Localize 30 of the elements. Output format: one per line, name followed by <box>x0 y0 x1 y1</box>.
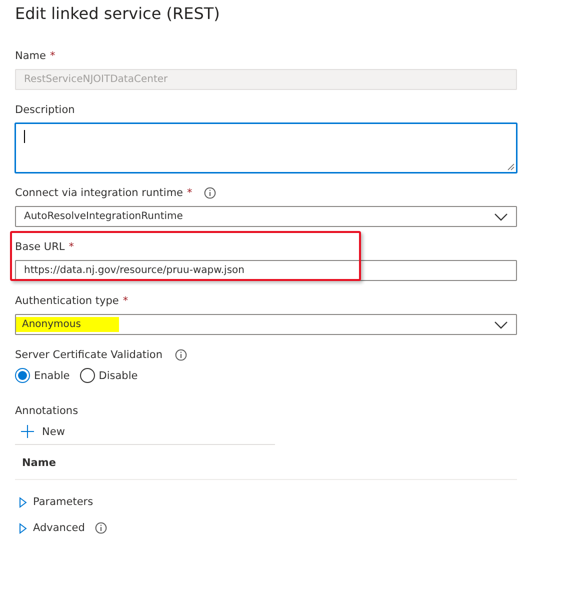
highlighted-value: Anonymous <box>16 317 119 332</box>
resize-grip-icon[interactable] <box>507 163 515 171</box>
radio-option[interactable]: Disable <box>80 368 138 383</box>
text-field[interactable]: https://data.nj.gov/resource/pruu-wapw.json <box>15 260 517 281</box>
field-label: Connect via integration runtime <box>15 187 184 199</box>
field-label: Name <box>15 50 46 62</box>
chevron-down-icon <box>494 320 508 328</box>
dropdown[interactable]: Anonymous <box>15 314 517 335</box>
info-icon[interactable] <box>204 187 216 199</box>
required-marker: * <box>122 295 128 307</box>
new-button[interactable]: New <box>15 425 65 438</box>
info-icon[interactable] <box>94 522 107 534</box>
field-label: Server Certificate Validation <box>15 349 162 361</box>
field-label: Authentication type <box>15 295 119 307</box>
required-marker: * <box>187 187 192 199</box>
radio-option[interactable]: Enable <box>15 368 70 383</box>
required-marker: * <box>50 50 56 62</box>
expander[interactable]: Advanced <box>15 522 107 534</box>
panel-title: Edit linked service (REST) <box>15 3 221 25</box>
description-field[interactable] <box>15 123 517 173</box>
section-label: Annotations <box>15 405 78 417</box>
plus-icon <box>21 425 34 438</box>
info-icon[interactable] <box>174 349 186 361</box>
field-label: Description <box>15 104 75 116</box>
required-marker: * <box>68 241 74 253</box>
field-label: Base URL <box>15 241 65 253</box>
chevron-down-icon <box>494 212 508 220</box>
column-header: Name <box>22 457 56 469</box>
expander[interactable]: Parameters <box>15 496 94 508</box>
dropdown[interactable]: AutoResolveIntegrationRuntime <box>15 206 517 227</box>
